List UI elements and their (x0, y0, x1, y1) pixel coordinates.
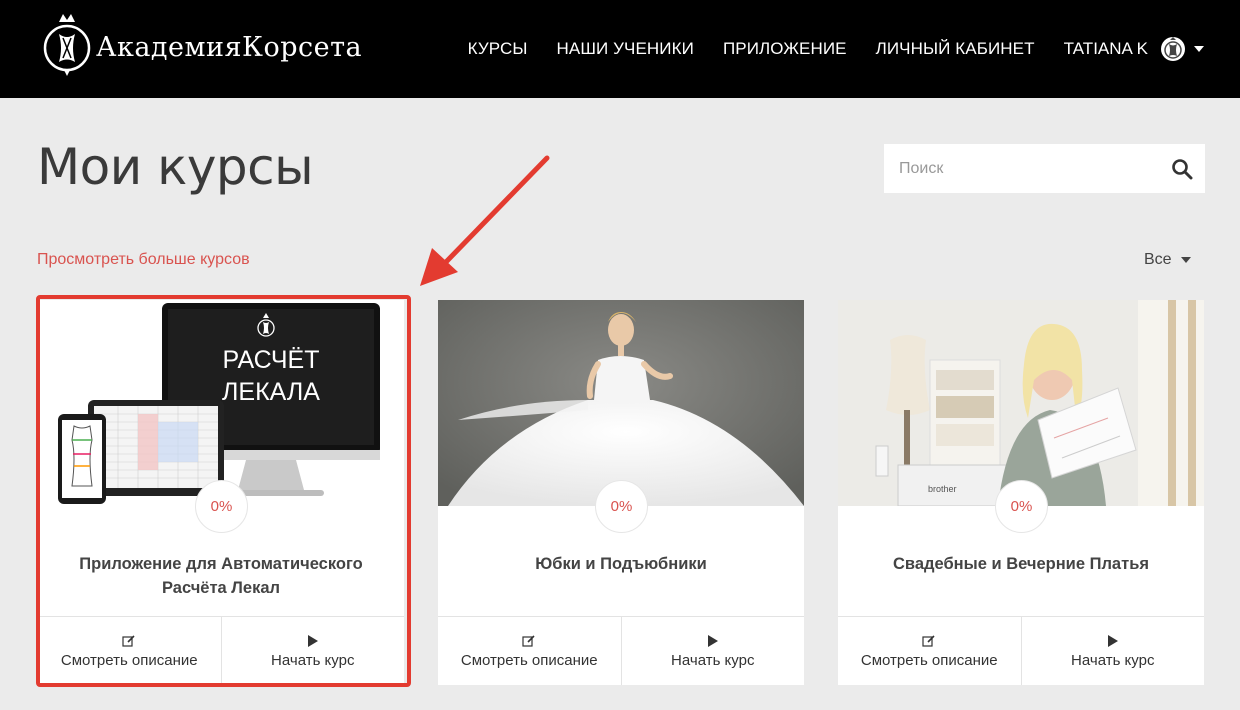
course-card: РАСЧЁТ ЛЕКАЛА 0% Приложение для Автомати… (38, 300, 404, 685)
avatar (1161, 37, 1185, 61)
nav-app[interactable]: ПРИЛОЖЕНИЕ (723, 39, 847, 59)
play-icon (1107, 633, 1119, 649)
course-title[interactable]: Приложение для Автоматического Расчёта Л… (58, 552, 384, 600)
main-nav: КУРСЫ НАШИ УЧЕНИКИ ПРИЛОЖЕНИЕ ЛИЧНЫЙ КАБ… (439, 36, 1204, 62)
search-box (884, 144, 1205, 193)
edit-icon (122, 633, 136, 649)
course-card: 0% Юбки и Подъюбники Смотреть описание Н… (438, 300, 804, 685)
course-title[interactable]: Свадебные и Вечерние Платья (858, 552, 1184, 576)
view-description-button[interactable]: Смотреть описание (438, 617, 621, 685)
view-description-label: Смотреть описание (60, 652, 198, 669)
chevron-down-icon (1180, 257, 1191, 263)
nav-courses[interactable]: КУРСЫ (468, 39, 528, 59)
card-actions: Смотреть описание Начать курс (38, 616, 404, 685)
progress-badge: 0% (995, 480, 1048, 533)
view-more-courses-link[interactable]: Просмотреть больше курсов (37, 251, 250, 269)
start-course-button[interactable]: Начать курс (1020, 617, 1205, 685)
chevron-down-icon (1194, 46, 1204, 52)
user-menu[interactable]: TATIANA K (1064, 36, 1204, 62)
progress-badge: 0% (595, 480, 648, 533)
edit-icon (922, 633, 936, 649)
user-name: TATIANA K (1063, 39, 1148, 58)
course-title[interactable]: Юбки и Подъюбники (458, 552, 784, 576)
edit-icon (522, 633, 536, 649)
image-text-line2: ЛЕКАЛА (222, 378, 320, 406)
start-course-button[interactable]: Начать курс (220, 617, 405, 685)
pattern-app-illustration: РАСЧЁТ ЛЕКАЛА (38, 300, 404, 506)
atelier-photo: brother (838, 300, 1204, 506)
start-course-label: Начать курс (671, 652, 755, 669)
course-image[interactable] (438, 300, 804, 506)
course-image[interactable]: brother (838, 300, 1204, 506)
progress-badge: 0% (195, 480, 248, 533)
page-title: Мои курсы (37, 138, 314, 196)
start-course-label: Начать курс (271, 652, 355, 669)
view-description-button[interactable]: Смотреть описание (838, 617, 1021, 685)
search-input[interactable] (884, 144, 1164, 193)
view-description-label: Смотреть описание (860, 652, 998, 669)
filter-label: Все (1144, 251, 1172, 268)
play-icon (707, 633, 719, 649)
corset-logo-icon (43, 14, 91, 76)
card-actions: Смотреть описание Начать курс (438, 616, 804, 685)
view-description-label: Смотреть описание (460, 652, 598, 669)
sewing-machine-brand: brother (928, 484, 957, 494)
image-text-line1: РАСЧЁТ (223, 346, 320, 374)
view-description-button[interactable]: Смотреть описание (38, 617, 221, 685)
wedding-dress-photo (438, 300, 804, 506)
search-icon[interactable] (1171, 158, 1193, 180)
nav-personal-account[interactable]: ЛИЧНЫЙ КАБИНЕТ (876, 39, 1035, 59)
site-logo[interactable]: АкадемияКорсета (42, 10, 362, 80)
play-icon (307, 633, 319, 649)
top-navigation-bar: АкадемияКорсета КУРСЫ НАШИ УЧЕНИКИ ПРИЛО… (0, 0, 1240, 98)
start-course-button[interactable]: Начать курс (620, 617, 805, 685)
logo-text: АкадемияКорсета (96, 31, 363, 63)
card-actions: Смотреть описание Начать курс (838, 616, 1204, 685)
start-course-label: Начать курс (1071, 652, 1155, 669)
nav-our-students[interactable]: НАШИ УЧЕНИКИ (557, 39, 694, 59)
course-card: brother 0% Свадебные и Вечерние Платья С… (838, 300, 1204, 685)
course-filter-dropdown[interactable]: Все (1144, 251, 1191, 269)
course-image[interactable]: РАСЧЁТ ЛЕКАЛА (38, 300, 404, 506)
